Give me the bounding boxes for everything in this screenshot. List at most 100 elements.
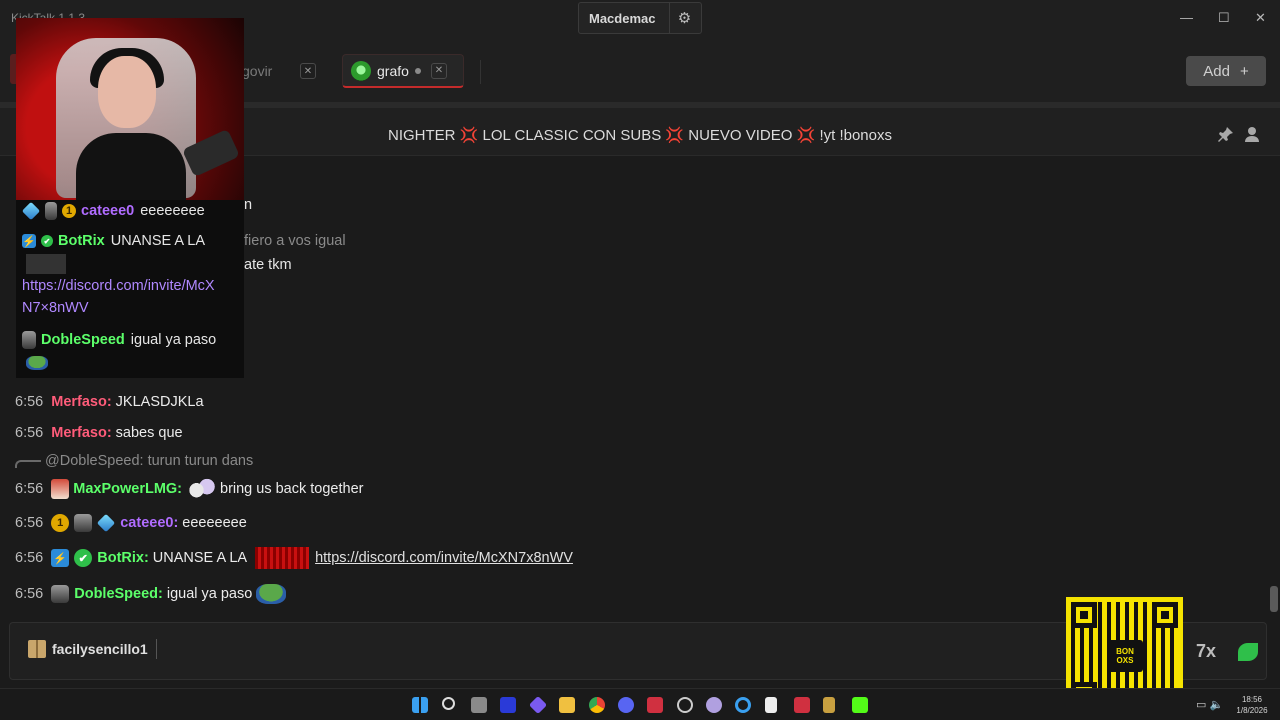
message-text: eeeeeeee <box>182 515 247 531</box>
partial-message: ate tkm <box>244 257 292 273</box>
message-username[interactable]: cateee0: <box>120 515 178 531</box>
kick-icon[interactable] <box>852 697 868 713</box>
verified-badge-icon: ✔ <box>41 235 53 247</box>
system-clock[interactable]: 18:56 1/8/2026 <box>1230 694 1274 716</box>
league-icon[interactable] <box>823 697 835 713</box>
app-c-icon[interactable] <box>735 697 751 713</box>
message-time: 6:56 <box>15 550 44 566</box>
task-view-icon[interactable] <box>471 697 487 713</box>
message-text: UNANSE A LA <box>152 550 248 566</box>
tray-icons[interactable]: ▭ 🔈 <box>1196 698 1223 711</box>
chat-message[interactable]: 6:56 Merfaso: JKLASDJKLa <box>15 394 204 410</box>
tab-grafo[interactable]: grafo ✕ <box>342 54 464 88</box>
dark-badge-icon <box>22 331 36 349</box>
app-circle-icon[interactable] <box>677 697 693 713</box>
close-tab-icon[interactable]: ✕ <box>300 63 316 79</box>
app-diamond-icon[interactable] <box>528 695 548 715</box>
partial-message: n <box>244 197 253 213</box>
message-text: bring us back together <box>220 481 364 497</box>
emote-icon <box>186 477 216 501</box>
overlay-text: igual ya paso <box>130 332 217 348</box>
discord-link[interactable]: https://discord.com/invite/McXN7x8nWV <box>315 550 573 566</box>
windows-start-icon[interactable] <box>412 697 428 713</box>
chat-message[interactable]: 6:56 ⚡ ✔ BotRix: UNANSE A LA https://dis… <box>15 547 573 569</box>
discord-icon[interactable] <box>618 697 634 713</box>
title-part: LOL CLASSIC CON SUBS <box>482 127 662 144</box>
file-explorer-icon[interactable] <box>559 697 575 713</box>
cam-head <box>98 56 156 128</box>
title-part: !yt !bonoxs <box>819 127 892 144</box>
redacted-emote-icon <box>255 547 310 569</box>
user-icon[interactable] <box>1244 126 1260 142</box>
windows-taskbar: ▭ 🔈 18:56 1/8/2026 <box>0 688 1280 720</box>
gear-icon[interactable]: ⚙ <box>669 3 699 33</box>
clock-date: 1/8/2026 <box>1236 706 1268 715</box>
app-red-icon[interactable] <box>647 697 663 713</box>
emote-picker-icon[interactable] <box>1238 643 1258 661</box>
close-tab-icon[interactable]: ✕ <box>430 62 447 79</box>
overlay-link: N7×8nWV <box>22 300 89 316</box>
cube-badge-icon <box>21 201 41 221</box>
qr-corner <box>1152 602 1178 628</box>
overlay-message: DobleSpeed igual ya paso <box>22 331 216 349</box>
message-username[interactable]: Merfaso: <box>51 394 111 410</box>
chat-message[interactable]: 6:56 MaxPowerLMG: bring us back together <box>15 477 363 501</box>
pepe-emote-icon <box>26 356 48 370</box>
minimize-button[interactable]: — <box>1180 10 1193 25</box>
clock-time: 18:56 <box>1241 695 1263 704</box>
anger-emoji-icon: 💢 <box>665 127 685 144</box>
close-window-button[interactable]: ✕ <box>1255 10 1266 26</box>
gift-icon <box>28 640 46 658</box>
user-badge-icon <box>51 479 70 499</box>
overlay-username: cateee0 <box>81 203 135 219</box>
app-red2-icon[interactable] <box>794 697 810 713</box>
reply-curve-icon <box>15 460 41 468</box>
reply-target: facilysencillo1 <box>28 639 157 659</box>
chat-message[interactable]: 6:56 1 cateee0: eeeeeeee <box>15 513 247 533</box>
tab-govir[interactable]: govir ✕ <box>236 54 328 88</box>
partial-message: fiero a vos igual <box>244 233 346 249</box>
message-time: 6:56 <box>15 425 44 441</box>
kick-emote-button[interactable]: 7x <box>1196 641 1216 662</box>
search-icon[interactable] <box>442 697 455 710</box>
chat-message[interactable]: 6:56 DobleSpeed: igual ya paso <box>15 584 287 604</box>
tab-label: grafo <box>377 62 409 79</box>
tab-separator <box>480 60 481 84</box>
message-username[interactable]: DobleSpeed: <box>74 586 163 602</box>
dark-badge-icon <box>74 514 93 532</box>
anger-emoji-icon: 💢 <box>796 127 816 144</box>
stream-chat-overlay: 1 cateee0 eeeeeeee ⚡ ✔ BotRix UNANSE A L… <box>16 200 244 378</box>
verified-badge-icon: ✔ <box>74 549 93 567</box>
overlay-username: DobleSpeed <box>41 332 125 348</box>
username-label[interactable]: Macdemac <box>579 11 669 26</box>
overlay-link: https://discord.com/invite/McX <box>22 278 215 294</box>
tab-label: govir <box>242 63 273 79</box>
reply-preview[interactable]: @DobleSpeed: turun turun dans <box>15 453 253 469</box>
plus-icon: + <box>1239 62 1249 80</box>
app-shell-icon[interactable] <box>706 697 722 713</box>
input-username: facilysencillo1 <box>52 641 148 657</box>
text-caret <box>155 639 157 659</box>
add-channel-button[interactable]: Add + <box>1186 56 1266 86</box>
gold-badge-icon: 1 <box>62 204 76 218</box>
app-v-icon[interactable] <box>500 697 516 713</box>
message-text: JKLASDJKLa <box>115 394 204 410</box>
notepad-icon[interactable] <box>765 697 777 713</box>
chat-scrollbar[interactable] <box>1270 586 1278 612</box>
webcam-overlay <box>16 18 244 200</box>
add-label: Add <box>1203 62 1230 80</box>
overlay-message: 1 cateee0 eeeeeeee <box>21 201 205 221</box>
message-username[interactable]: BotRix: <box>97 550 149 566</box>
overlay-emote-icon <box>26 254 66 274</box>
pin-icon[interactable] <box>1218 126 1234 142</box>
overlay-username: BotRix <box>58 233 105 249</box>
message-time: 6:56 <box>15 481 44 497</box>
message-username[interactable]: MaxPowerLMG: <box>73 481 182 497</box>
message-username[interactable]: Merfaso: <box>51 425 111 441</box>
chat-message[interactable]: 6:56 Merfaso: sabes que <box>15 425 183 441</box>
overlay-text: eeeeeeee <box>140 203 205 219</box>
maximize-button[interactable]: ☐ <box>1218 10 1230 26</box>
chrome-icon[interactable] <box>589 697 605 713</box>
message-text: igual ya paso <box>166 586 253 602</box>
user-box[interactable]: Macdemac ⚙ <box>578 2 702 34</box>
